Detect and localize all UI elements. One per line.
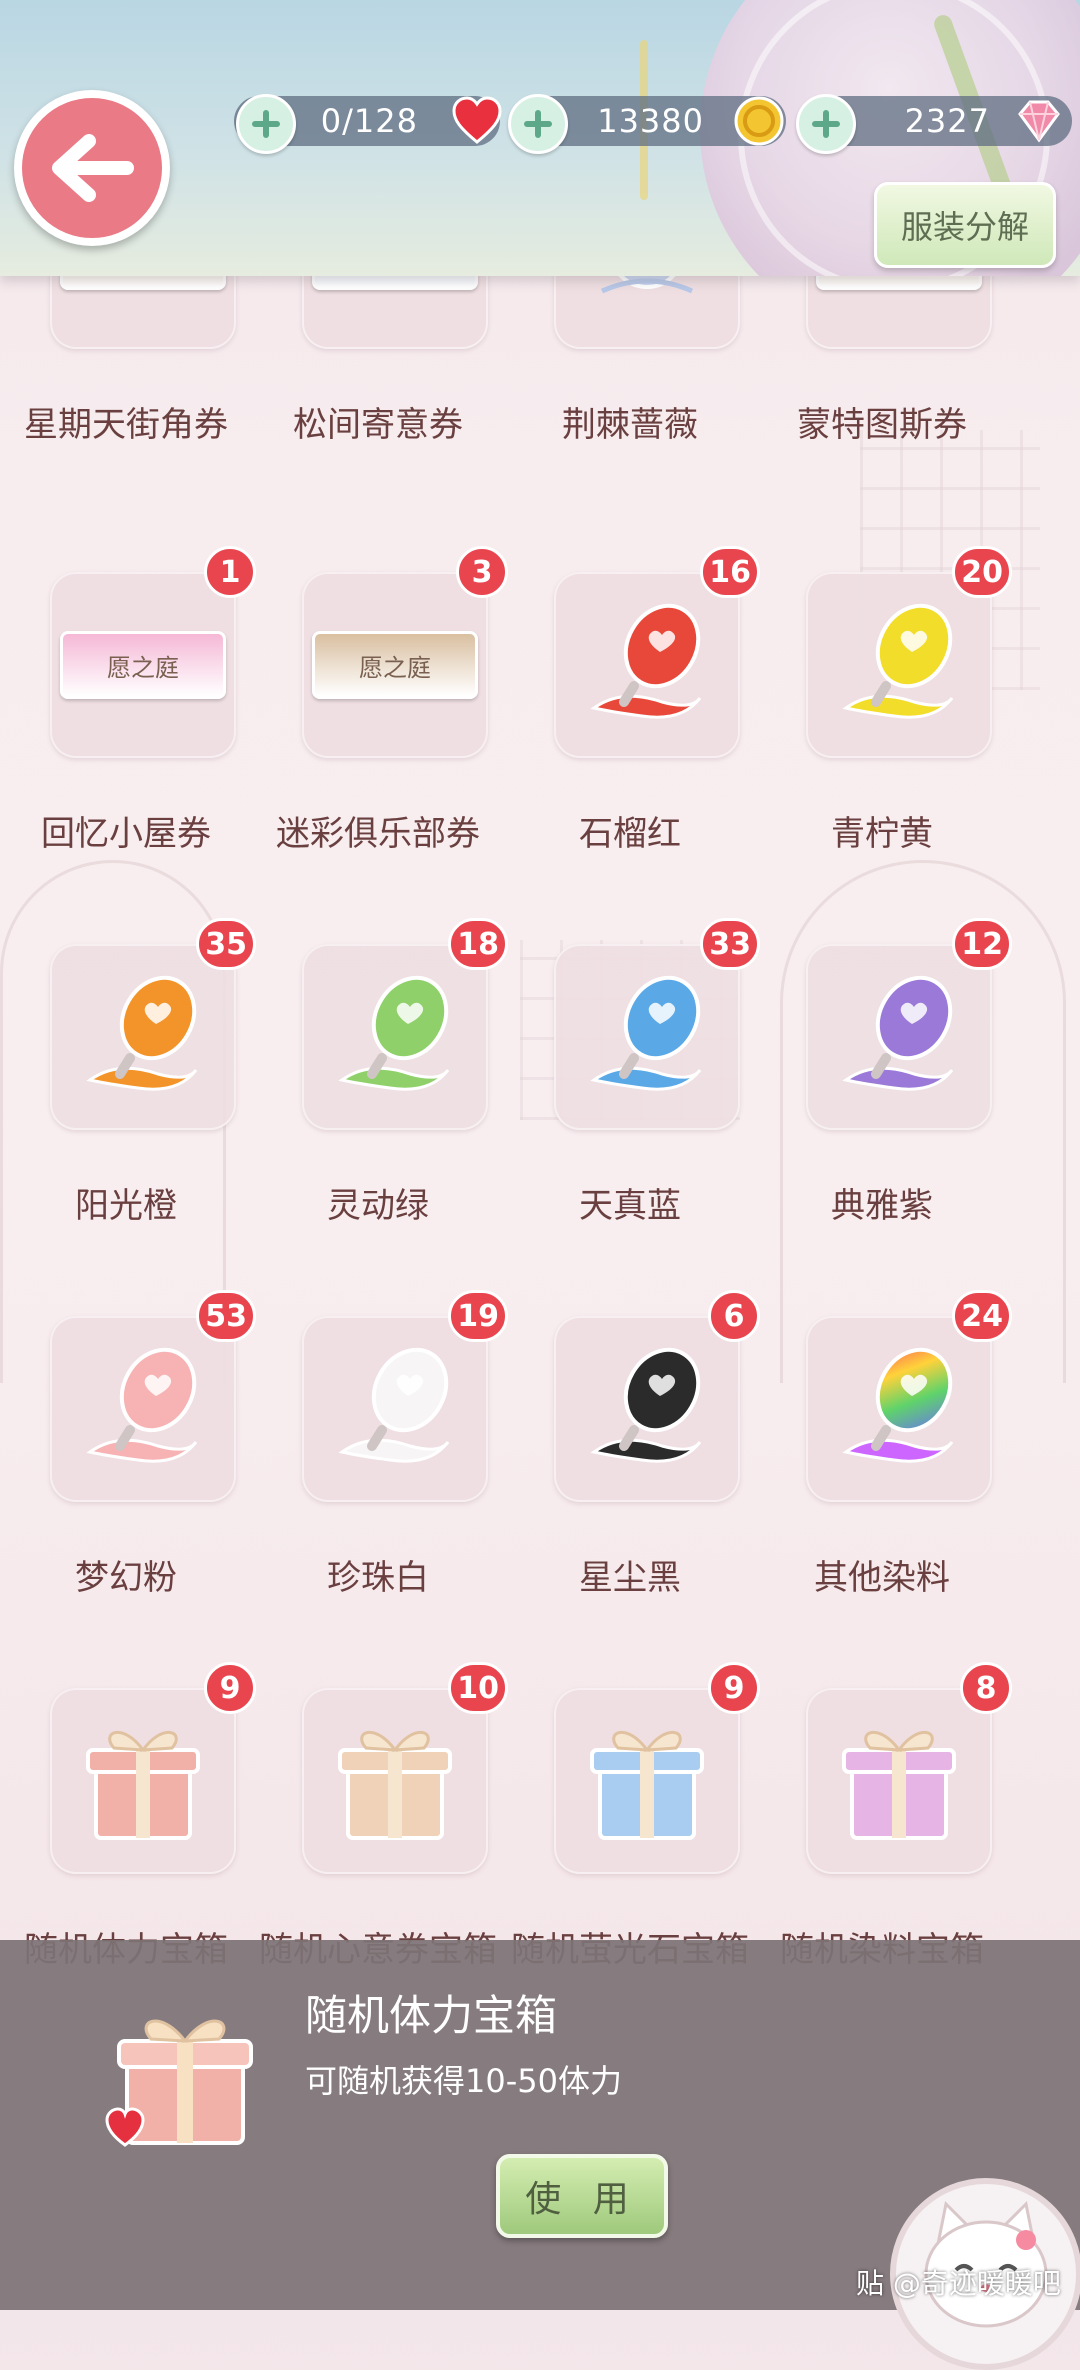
inventory-item-tile[interactable]: 愿之庭 3 (302, 546, 508, 758)
item-name-label: 其他染料 (814, 1558, 950, 1598)
item-count-badge: 20 (952, 546, 1012, 598)
inventory-item-tile[interactable]: 53 (50, 1290, 256, 1502)
item-count-badge: 3 (456, 546, 508, 598)
item-count-badge: 24 (952, 1290, 1012, 1342)
back-button[interactable] (14, 90, 170, 246)
dye-bottle-icon (590, 975, 702, 1091)
item-count-badge: 8 (960, 1662, 1012, 1714)
top-bar: 0/128 13380 2327 服装分解 (0, 0, 1080, 276)
item-count-badge: 16 (700, 546, 760, 598)
gift-box-icon (338, 1730, 452, 1840)
inventory-item-tile[interactable]: 10 (302, 1662, 508, 1874)
item-count-badge: 53 (196, 1290, 256, 1342)
item-name-label: 蒙特图斯券 (797, 405, 967, 445)
gift-box-icon (105, 2019, 253, 2147)
item-grid: 愿之庭星期天街角券愿之庭松间寄意券荆棘蔷薇愿之庭蒙特图斯券愿之庭1回忆小屋券愿之… (0, 0, 1080, 1970)
item-count-badge: 19 (448, 1290, 508, 1342)
add-gold-button[interactable] (508, 94, 568, 154)
gold-value: 13380 (597, 102, 704, 140)
plus-icon (524, 110, 552, 138)
item-count-badge: 1 (204, 546, 256, 598)
clothing-decompose-button[interactable]: 服装分解 (874, 182, 1056, 268)
plus-icon (252, 110, 280, 138)
item-count-badge: 9 (708, 1662, 760, 1714)
gift-box-icon (590, 1730, 704, 1840)
dye-bottle-icon (590, 603, 702, 719)
stamina-value: 0/128 (320, 102, 418, 140)
dye-bottle-icon (842, 975, 954, 1091)
heart-icon (452, 96, 502, 144)
inventory-item-tile[interactable]: 16 (554, 546, 760, 758)
inventory-item-tile[interactable]: 6 (554, 1290, 760, 1502)
diamond-value: 2327 (904, 102, 990, 140)
item-count-badge: 18 (448, 918, 508, 970)
ticket-icon: 愿之庭 (60, 631, 226, 699)
dye-bottle-icon (338, 1347, 450, 1463)
gift-box-icon (842, 1730, 956, 1840)
arrow-left-icon (52, 134, 134, 202)
inventory-item-tile[interactable]: 19 (302, 1290, 508, 1502)
dye-bottle-icon (86, 975, 198, 1091)
item-name-label: 青柠黄 (831, 814, 933, 854)
gift-box-icon (86, 1730, 200, 1840)
dye-bottle-icon (338, 975, 450, 1091)
add-stamina-button[interactable] (236, 94, 296, 154)
inventory-item-tile[interactable]: 愿之庭 1 (50, 546, 256, 758)
inventory-item-tile[interactable]: 18 (302, 918, 508, 1130)
gold-coin-icon (734, 96, 784, 146)
inventory-item-tile[interactable]: 20 (806, 546, 1012, 758)
diamond-icon (1018, 100, 1060, 143)
dye-bottle-icon (86, 1347, 198, 1463)
plus-icon (812, 110, 840, 138)
detail-title: 随机体力宝箱 (305, 1991, 558, 2040)
inventory-item-tile[interactable]: 12 (806, 918, 1012, 1130)
item-count-badge: 12 (952, 918, 1012, 970)
item-count-badge: 33 (700, 918, 760, 970)
watermark: 贴 @奇迹暖暖吧 (856, 2267, 1061, 2300)
detail-description: 可随机获得10-50体力 (305, 2062, 622, 2100)
dye-bottle-icon (842, 1347, 954, 1463)
inventory-item-tile[interactable]: 35 (50, 918, 256, 1130)
item-count-badge: 10 (448, 1662, 508, 1714)
item-count-badge: 6 (708, 1290, 760, 1342)
add-diamond-button[interactable] (796, 94, 856, 154)
inventory-item-tile[interactable]: 9 (50, 1662, 256, 1874)
ticket-icon: 愿之庭 (312, 631, 478, 699)
dye-bottle-icon (590, 1347, 702, 1463)
inventory-item-tile[interactable]: 9 (554, 1662, 760, 1874)
inventory-item-tile[interactable]: 24 (806, 1290, 1012, 1502)
inventory-item-tile[interactable]: 8 (806, 1662, 1012, 1874)
item-count-badge: 9 (204, 1662, 256, 1714)
use-button[interactable]: 使 用 (496, 2154, 668, 2238)
item-count-badge: 35 (196, 918, 256, 970)
inventory-item-tile[interactable]: 33 (554, 918, 760, 1130)
item-name-label: 典雅紫 (831, 1186, 933, 1226)
dye-bottle-icon (842, 603, 954, 719)
